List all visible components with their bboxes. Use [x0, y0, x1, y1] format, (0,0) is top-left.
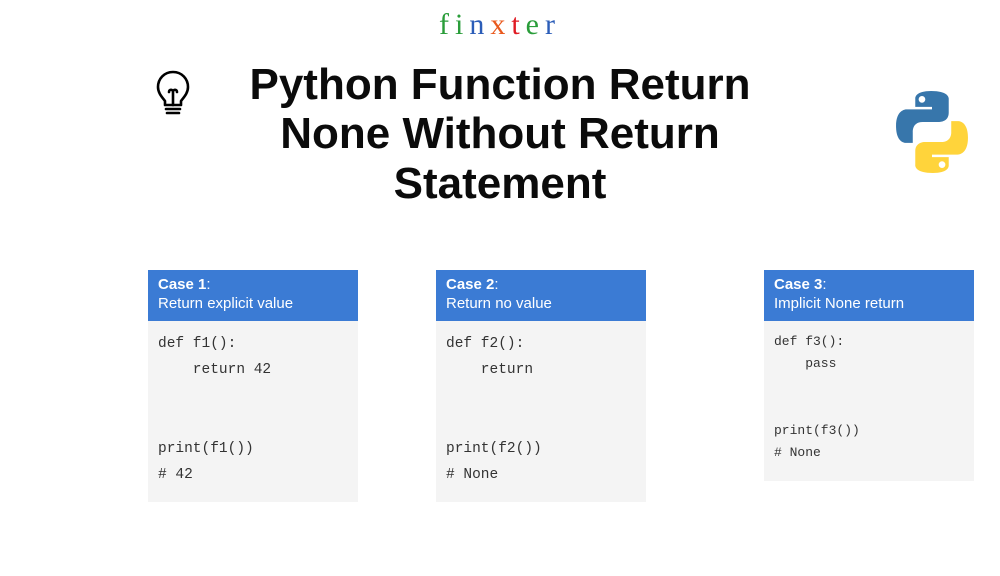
page-title: Python Function Return None Without Retu… [190, 60, 810, 208]
cases-container: Case 1: Return explicit value def f1(): … [0, 270, 1000, 502]
brand-letter-5: e [526, 8, 545, 42]
brand-letter-0: f [439, 8, 455, 42]
case-2-num: Case 2 [446, 276, 494, 293]
case-3-desc: Implicit None return [774, 295, 904, 312]
case-3: Case 3: Implicit None return def f3(): p… [764, 270, 974, 502]
brand-letter-3: x [490, 8, 511, 42]
title-row: Python Function Return None Without Retu… [0, 60, 1000, 208]
case-1-code: def f1(): return 42 print(f1()) # 42 [148, 321, 358, 502]
case-3-code: def f3(): pass print(f3()) # None [764, 321, 974, 481]
brand-letter-1: i [455, 8, 469, 42]
case-2-desc: Return no value [446, 295, 552, 312]
case-3-num: Case 3 [774, 276, 822, 293]
brand-letter-2: n [469, 8, 490, 42]
brand-letter-4: t [511, 8, 525, 42]
case-2-header: Case 2: Return no value [436, 270, 646, 322]
case-2-code: def f2(): return print(f2()) # None [436, 321, 646, 502]
lightbulb-icon [152, 68, 194, 125]
case-1-desc: Return explicit value [158, 295, 293, 312]
case-1-num: Case 1 [158, 276, 206, 293]
case-2: Case 2: Return no value def f2(): return… [436, 270, 646, 502]
python-logo-icon [886, 86, 978, 183]
case-1: Case 1: Return explicit value def f1(): … [148, 270, 358, 502]
case-3-header: Case 3: Implicit None return [764, 270, 974, 322]
case-1-header: Case 1: Return explicit value [148, 270, 358, 322]
brand-logo: finxter [0, 0, 1000, 42]
brand-letter-6: r [545, 8, 561, 42]
